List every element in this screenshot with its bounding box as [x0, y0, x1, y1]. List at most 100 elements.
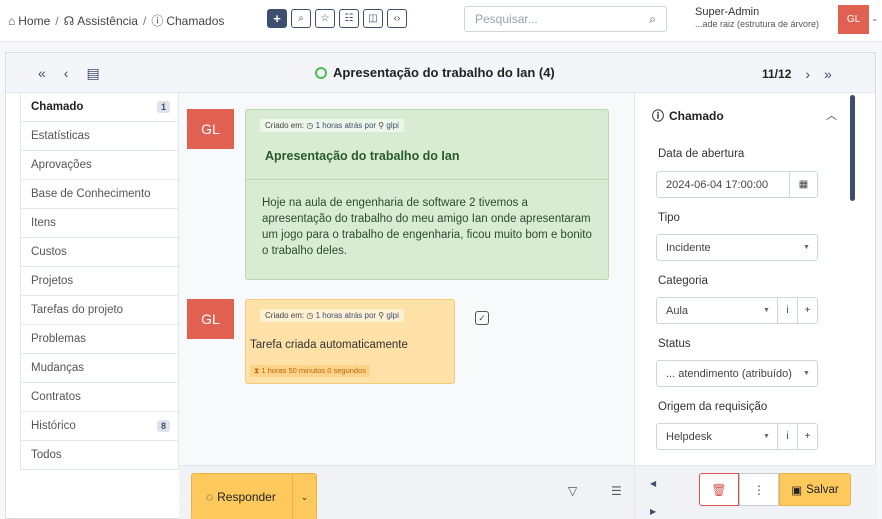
origin-label: Origem da requisição [658, 401, 768, 413]
followup-title: Apresentação do trabalho do Ian [265, 149, 460, 163]
user-icon: ⚲ [378, 121, 385, 130]
ticket-frame: « ‹ ▤ Apresentação do trabalho do Ian (4… [5, 52, 877, 519]
task-done-checkbox[interactable]: ✓ [475, 311, 489, 325]
code-icon[interactable]: ‹› [387, 9, 407, 28]
category-select[interactable]: Aula ▼ i + [656, 297, 818, 324]
task-meta: Criado em: ◷ 1 horas atrás por ⚲ glpi [260, 309, 404, 322]
search-icon[interactable]: ⌕ [649, 12, 656, 27]
star-icon[interactable]: ☆ [315, 9, 335, 28]
add-icon[interactable]: + [267, 9, 287, 28]
calendar-icon[interactable]: ▦ [789, 172, 817, 197]
collapse-right-icon[interactable]: » [824, 66, 832, 82]
ticket-tabs: Chamado 1 Estatísticas Aprovações Base de… [20, 93, 179, 470]
tab-problemas[interactable]: Problemas [20, 325, 179, 354]
comment-icon: ◌ [206, 490, 214, 504]
divider [246, 179, 608, 180]
list-view-icon[interactable]: ▤ [86, 65, 99, 82]
category-label: Categoria [658, 275, 708, 287]
breadcrumb: ⌂ Home / ☊ Assistência / ⓘ Chamados [8, 12, 224, 29]
tab-tarefas-projeto[interactable]: Tarefas do projeto [20, 296, 179, 325]
chevron-up-icon[interactable]: ︿ [826, 107, 837, 123]
ticket-nav: « ‹ ▤ [38, 65, 100, 82]
search-input[interactable] [475, 12, 635, 26]
add-icon[interactable]: + [797, 298, 817, 323]
panel-toggle[interactable]: ◀ ▶ [650, 470, 656, 519]
task-content: Tarefa criada automaticamente [250, 339, 408, 351]
clock-icon: ◷ [306, 311, 314, 320]
ticket-header: « ‹ ▤ Apresentação do trabalho do Ian (4… [6, 53, 875, 93]
tab-custos[interactable]: Custos [20, 238, 179, 267]
avatar: GL [187, 109, 234, 149]
user-menu[interactable]: Super-Admin ...ade raiz (estrutura de ár… [695, 6, 819, 30]
type-select[interactable]: Incidente ▼ [656, 234, 818, 261]
ticket-properties-panel: ⓘ Chamado ︿ Data de abertura 2024-06-04 … [634, 93, 861, 465]
followup-item[interactable]: Criado em: ◷ 1 horas atrás por ⚲ glpi Ap… [245, 109, 609, 280]
tab-contratos[interactable]: Contratos [20, 383, 179, 412]
panel-actions: ◀ ▶ 🗑 ⋮ ▣ Salvar [634, 465, 877, 519]
caret-left-icon[interactable]: ◀ [650, 470, 656, 498]
task-duration: ⧗ 1 horas 50 minutos 0 segundos [250, 365, 371, 377]
tab-chamado[interactable]: Chamado 1 [20, 93, 179, 122]
tab-aprovacoes[interactable]: Aprovações [20, 151, 179, 180]
save-button[interactable]: ▣ Salvar [779, 473, 851, 506]
breadcrumb-home[interactable]: ⌂ Home [8, 14, 50, 28]
panel-header[interactable]: ⓘ Chamado [652, 107, 724, 124]
info-icon[interactable]: i [777, 424, 797, 449]
headset-icon: ☊ [63, 13, 75, 28]
origin-select[interactable]: Helpdesk ▼ i + [656, 423, 818, 450]
global-search[interactable]: ⌕ [464, 6, 667, 32]
status-label: Status [658, 338, 691, 350]
columns-icon[interactable]: ◫ [363, 9, 383, 28]
caret-right-icon[interactable]: ▶ [650, 498, 656, 519]
list-icon[interactable]: ☷ [339, 9, 359, 28]
breadcrumb-assistance[interactable]: ☊ Assistência [64, 14, 138, 28]
breadcrumb-tickets[interactable]: ⓘ Chamados [151, 12, 224, 29]
followup-content: Hoje na aula de engenharia de software 2… [262, 197, 592, 257]
avatar: GL [187, 299, 234, 339]
chevron-left-icon[interactable]: ‹ [64, 65, 69, 82]
user-entity: ...ade raiz (estrutura de árvore) [695, 19, 820, 29]
sort-list-icon[interactable]: ☰ [611, 484, 622, 498]
collapse-left-icon[interactable]: « [38, 65, 46, 82]
breadcrumb-separator: / [55, 13, 59, 28]
user-name: Super-Admin [695, 6, 760, 18]
tab-mudancas[interactable]: Mudanças [20, 354, 179, 383]
tab-itens[interactable]: Itens [20, 209, 179, 238]
tab-projetos[interactable]: Projetos [20, 267, 179, 296]
tab-historico[interactable]: Histórico 8 [20, 412, 179, 441]
tab-estatisticas[interactable]: Estatísticas [20, 122, 179, 151]
toolbar-actions: + ⌕ ☆ ☷ ◫ ‹› [267, 9, 407, 28]
caret-down-icon: ▼ [803, 244, 810, 251]
hourglass-icon: ⧗ [254, 366, 260, 375]
opening-date-field[interactable]: 2024-06-04 17:00:00 ▦ [656, 171, 818, 198]
chevron-down-icon[interactable]: ⌄ [871, 13, 879, 24]
timeline: GL Criado em: ◷ 1 horas atrás por ⚲ glpi… [179, 93, 634, 465]
task-item[interactable]: Criado em: ◷ 1 horas atrás por ⚲ glpi Ta… [245, 299, 455, 384]
delete-button[interactable]: 🗑 [699, 473, 739, 506]
info-circle-icon: ⓘ [151, 14, 164, 28]
chevron-right-icon[interactable]: › [805, 66, 810, 82]
panel-scrollbar[interactable] [850, 95, 855, 201]
save-icon: ▣ [791, 484, 803, 497]
search-icon[interactable]: ⌕ [291, 9, 311, 28]
info-icon[interactable]: i [777, 298, 797, 323]
followup-meta: Criado em: ◷ 1 horas atrás por ⚲ glpi [260, 119, 404, 132]
caret-down-icon: ▼ [763, 433, 770, 440]
chevron-down-icon[interactable]: ⌄ [292, 474, 316, 519]
top-bar: ⌂ Home / ☊ Assistência / ⓘ Chamados + ⌕ … [0, 0, 882, 42]
add-icon[interactable]: + [797, 424, 817, 449]
tab-badge: 8 [156, 420, 170, 432]
caret-down-icon: ▼ [763, 307, 770, 314]
status-select[interactable]: ... atendimento (atribuído) ▼ [656, 360, 818, 387]
tab-base-conhecimento[interactable]: Base de Conhecimento [20, 180, 179, 209]
avatar[interactable]: GL [838, 5, 869, 34]
filter-icon[interactable]: ▽ [568, 484, 577, 498]
page-title: Apresentação do trabalho do Ian (4) [315, 65, 555, 80]
reply-button[interactable]: ◌ Responder ⌄ [191, 473, 317, 519]
status-new-icon [315, 66, 327, 79]
caret-down-icon: ▼ [803, 370, 810, 377]
more-actions-button[interactable]: ⋮ [739, 473, 779, 506]
tab-todos[interactable]: Todos [20, 441, 179, 470]
trash-icon: 🗑 [711, 482, 727, 497]
clock-icon: ◷ [306, 121, 314, 130]
